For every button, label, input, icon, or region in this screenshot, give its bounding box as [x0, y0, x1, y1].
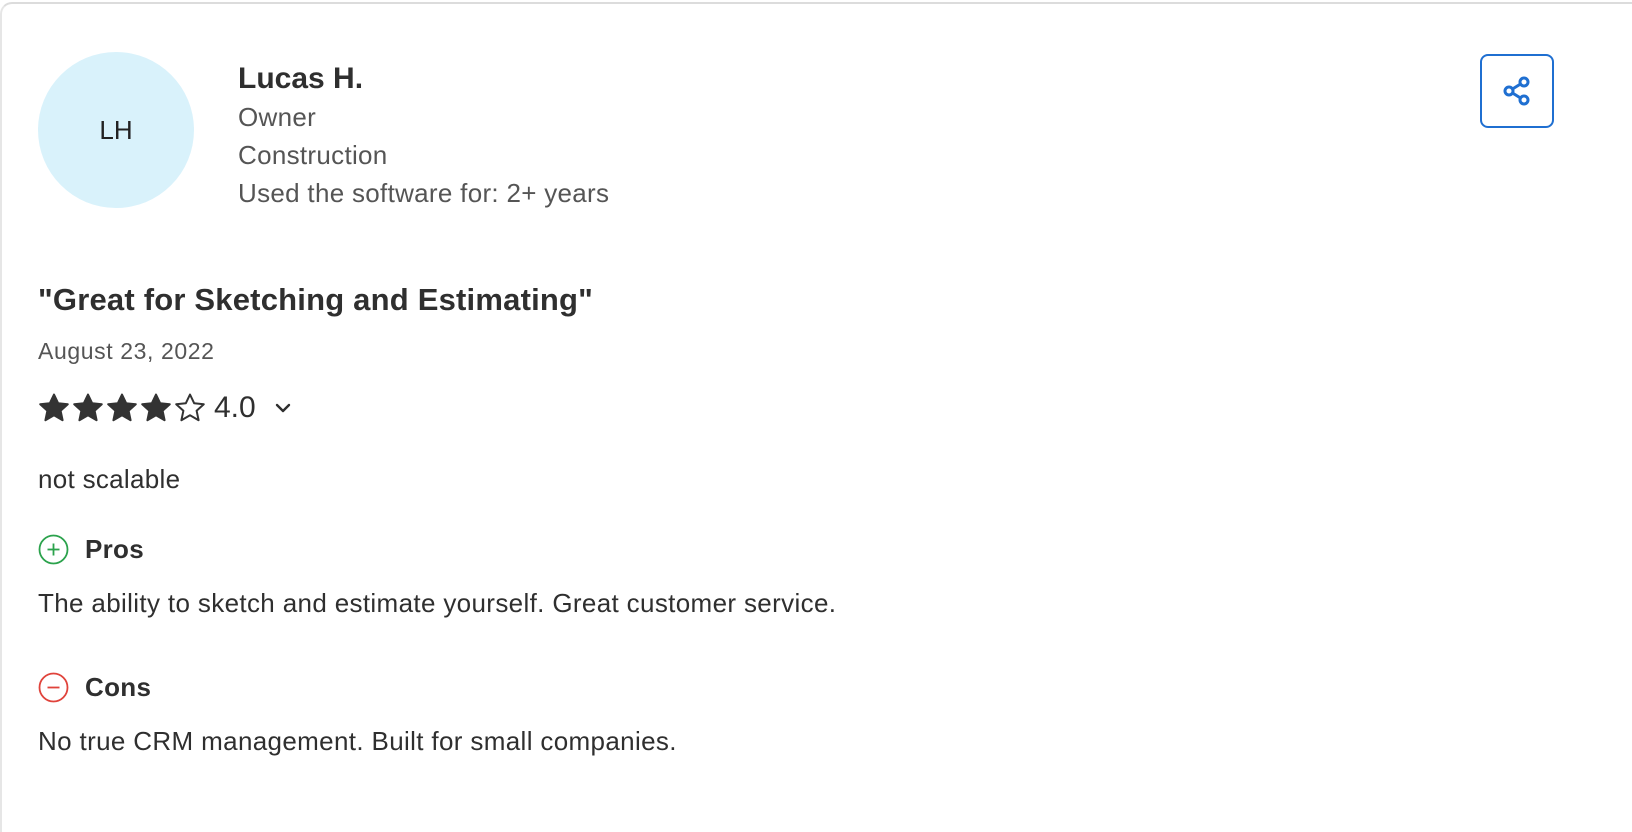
reviewer-industry: Construction	[238, 140, 388, 170]
reviewer-name: Lucas H.	[238, 62, 364, 95]
star-filled-icon	[107, 393, 137, 422]
pros-heading: Pros	[38, 534, 144, 565]
plus-circle-icon	[38, 534, 69, 565]
review-summary: not scalable	[38, 464, 181, 494]
rating-dropdown[interactable]: 4.0	[38, 388, 294, 428]
star-filled-icon	[141, 393, 171, 422]
minus-circle-icon	[38, 672, 69, 703]
star-filled-icon	[39, 393, 69, 422]
review-card: LH Lucas H. Owner Construction Used the …	[0, 2, 1632, 832]
star-rating	[38, 392, 208, 424]
review-title: "Great for Sketching and Estimating"	[38, 282, 594, 317]
rating-value: 4.0	[214, 391, 256, 424]
avatar: LH	[38, 52, 194, 208]
share-button[interactable]	[1480, 54, 1554, 128]
review-date: August 23, 2022	[38, 338, 215, 364]
pros-text: The ability to sketch and estimate yours…	[38, 588, 837, 618]
cons-label: Cons	[85, 672, 152, 702]
avatar-initials: LH	[99, 114, 133, 145]
cons-heading: Cons	[38, 672, 151, 703]
chevron-down-icon	[275, 403, 290, 413]
star-filled-icon	[73, 393, 103, 422]
reviewer-usage: Used the software for: 2+ years	[238, 178, 610, 208]
cons-text: No true CRM management. Built for small …	[38, 726, 677, 756]
reviewer-info: Lucas H. Owner Construction Used the sof…	[238, 60, 609, 212]
reviewer-role: Owner	[238, 102, 317, 132]
share-icon	[1503, 76, 1530, 106]
pros-label: Pros	[85, 534, 145, 564]
star-empty-icon	[175, 393, 205, 422]
